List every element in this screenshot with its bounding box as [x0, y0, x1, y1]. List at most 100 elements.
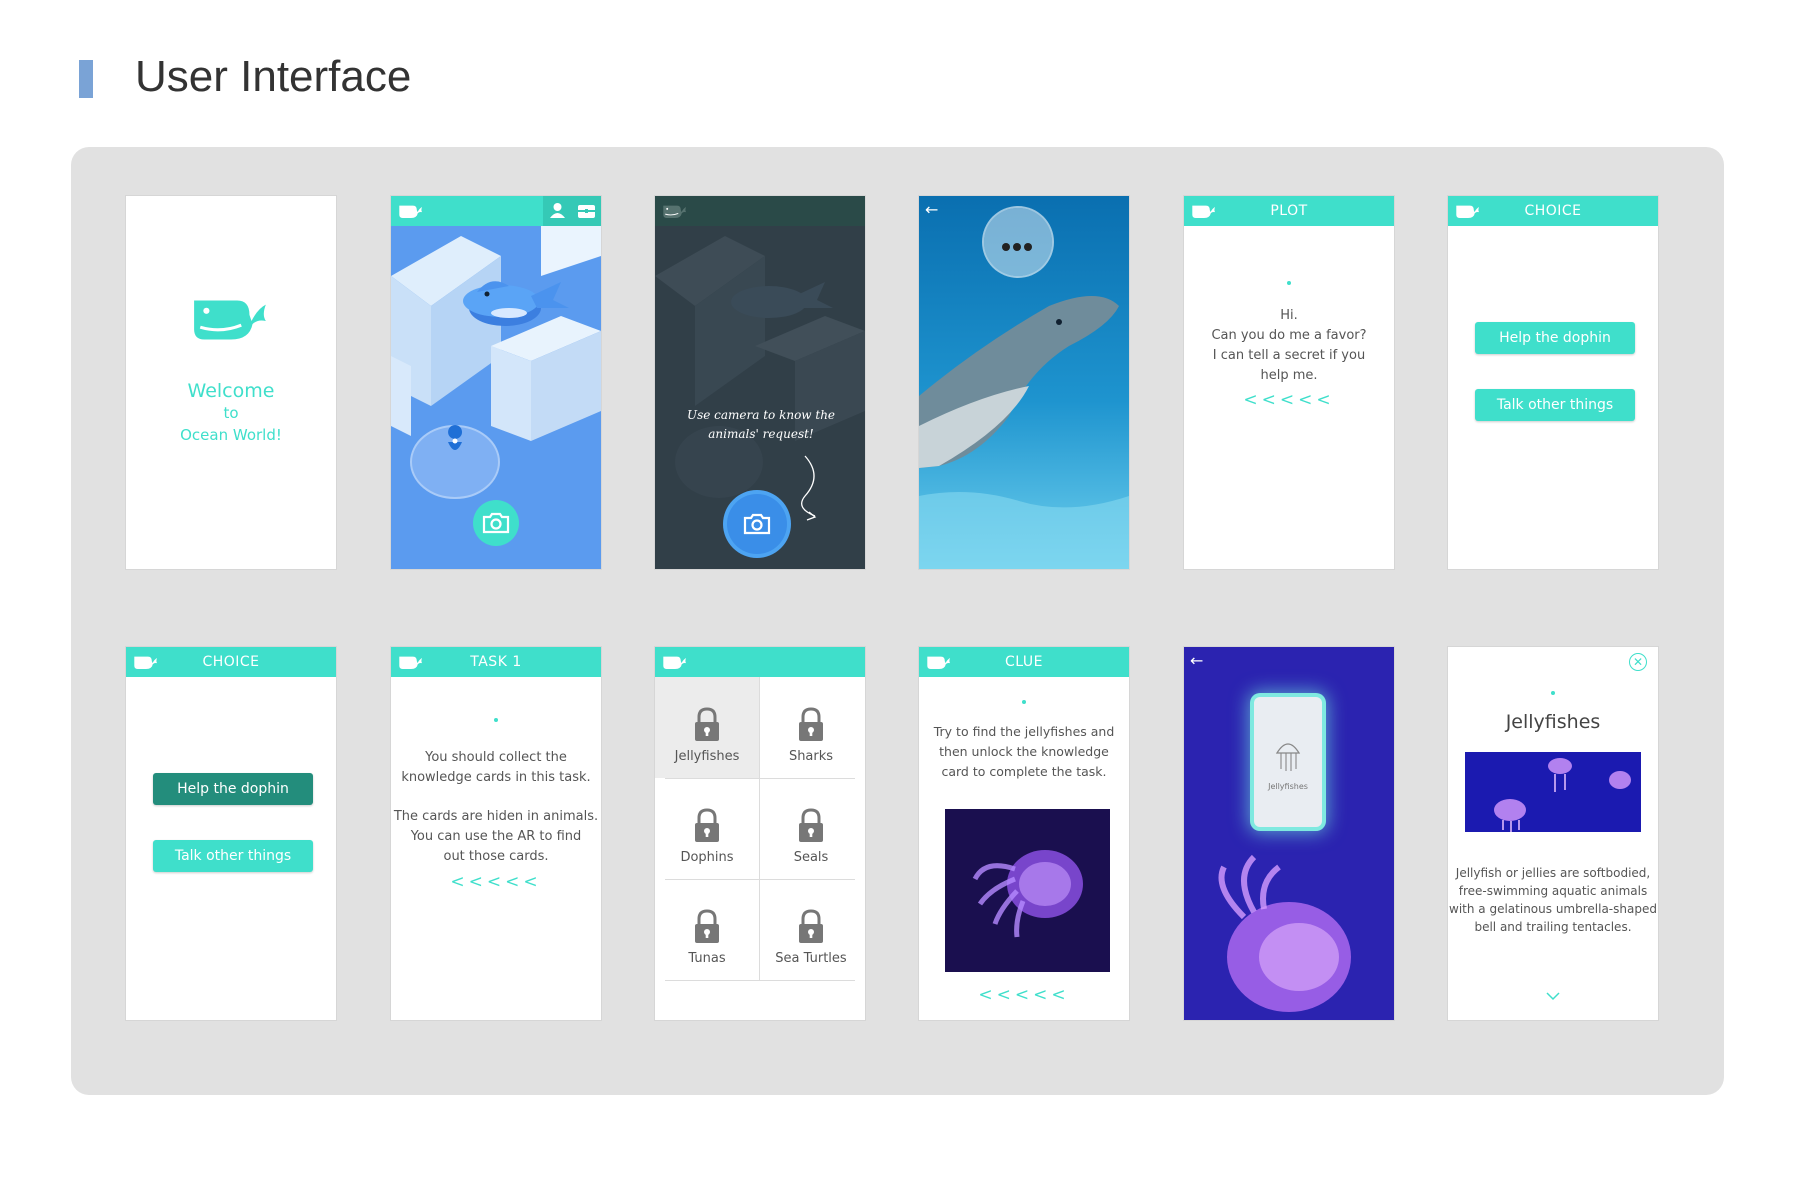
lock-icon [693, 909, 721, 945]
plot-line-3: I can tell a secret if you [1212, 348, 1366, 363]
map-topbar [391, 196, 601, 226]
choice-selected-screen: CHOICE Help the dophin Talk other things [126, 647, 336, 1020]
treasure-chest-icon[interactable] [572, 196, 601, 226]
choice-header: CHOICE [202, 654, 260, 670]
card-dophins[interactable]: Dophins [655, 778, 759, 879]
camera-button[interactable] [473, 500, 519, 546]
clue-line-2: then unlock the knowledge [939, 744, 1109, 759]
card-sea-turtles[interactable]: Sea Turtles [759, 879, 863, 980]
dot-indicator [1022, 700, 1026, 704]
clue-screen: CLUE Try to find the jellyfishes and the… [919, 647, 1129, 1020]
jellyfish-photo [945, 809, 1110, 972]
detail-line-2: free-swimming aquatic animals [1458, 884, 1648, 898]
plot-line-1: Hi. [1280, 308, 1298, 323]
detail-line-4: bell and trailing tentacles. [1474, 920, 1632, 934]
choice-header: CHOICE [1524, 203, 1582, 219]
plot-screen: PLOT Hi. Can you do me a favor? I can te… [1184, 196, 1394, 569]
lock-icon [797, 808, 825, 844]
task-line-4: You can use the AR to find [410, 829, 582, 844]
plot-topbar: PLOT [1184, 196, 1394, 226]
task-line-2: knowledge cards in this task. [401, 770, 591, 785]
card-tunas[interactable]: Tunas [655, 879, 759, 980]
lock-icon [797, 909, 825, 945]
whale-logo-icon [133, 655, 159, 670]
task-topbar: TASK 1 [391, 647, 601, 677]
card-sharks[interactable]: Sharks [759, 677, 863, 778]
profile-icon[interactable] [543, 196, 572, 226]
detail-line-1: Jellyfish or jellies are softbodied, [1455, 866, 1651, 880]
camera-button[interactable] [727, 494, 787, 554]
whale-logo-icon [662, 655, 688, 670]
whale-logo-icon [662, 204, 688, 219]
lock-icon [693, 808, 721, 844]
back-arrow-icon[interactable]: ← [925, 200, 938, 219]
talk-other-things-button[interactable]: Talk other things [153, 840, 313, 872]
whale-logo-icon [190, 296, 272, 342]
plot-header: PLOT [1270, 203, 1308, 219]
dimmed-topbar [655, 196, 865, 226]
grid-divider [759, 677, 760, 980]
task-header: TASK 1 [470, 654, 522, 670]
lock-icon [693, 707, 721, 743]
welcome-app-name: Ocean World! [180, 426, 282, 444]
task-line-3: The cards are hiden in animals. [393, 809, 599, 824]
grid-divider [665, 879, 855, 880]
card-jellyfishes[interactable]: Jellyfishes [655, 677, 759, 778]
knowledge-cards-screen: Jellyfishes Sharks Dophins Seals Tunas S… [655, 647, 865, 1020]
clue-line-3: card to complete the task. [941, 764, 1107, 779]
grid-divider [665, 980, 855, 981]
dot-indicator [1551, 691, 1555, 695]
dot-indicator [1287, 281, 1291, 285]
knowledge-card-label: Jellyfishes [1268, 782, 1308, 791]
clue-topbar: CLUE [919, 647, 1129, 677]
talk-other-things-button[interactable]: Talk other things [1475, 389, 1635, 421]
whale-logo-icon [1191, 204, 1217, 219]
choice-screen: CHOICE Help the dophin Talk other things [1448, 196, 1658, 569]
clue-line-1: Try to find the jellyfishes and [933, 724, 1115, 739]
ar-jellyfish-screen: ← Jellyfishes [1184, 647, 1394, 1020]
whale-logo-icon [398, 655, 424, 670]
chevron-down-icon[interactable] [1545, 991, 1561, 1001]
dot-indicator [494, 718, 498, 722]
jellyfish-photo [1465, 752, 1641, 832]
camera-hint-screen: Use camera to know the animals' request! [655, 196, 865, 569]
welcome-to: to [223, 404, 239, 422]
swipe-chevrons-icon[interactable]: <<<<< [919, 985, 1129, 1005]
map-screen [391, 196, 601, 569]
typing-dots-icon [1002, 238, 1032, 256]
help-dolphin-button[interactable]: Help the dophin [153, 773, 313, 805]
plot-line-4: help me. [1260, 368, 1318, 383]
camera-icon [742, 512, 772, 536]
close-icon[interactable]: ✕ [1629, 653, 1647, 671]
task-line-1: You should collect the [425, 750, 567, 765]
back-arrow-icon[interactable]: ← [1190, 651, 1203, 670]
detail-title: Jellyfishes [1505, 711, 1601, 733]
lock-icon [797, 707, 825, 743]
clue-header: CLUE [1005, 654, 1043, 670]
grid-divider [665, 778, 855, 779]
choice-topbar: CHOICE [1448, 196, 1658, 226]
camera-icon [481, 511, 511, 535]
camera-hint-text: Use camera to know the animals' request! [686, 408, 836, 441]
detail-line-3: with a gelatinous umbrella-shaped [1449, 902, 1657, 916]
card-seals[interactable]: Seals [759, 778, 863, 879]
knowledge-card[interactable]: Jellyfishes [1254, 697, 1322, 827]
whale-logo-icon [1455, 204, 1481, 219]
jellyfish-detail-screen: ✕ Jellyfishes Jellyfish or jellies are s… [1448, 647, 1658, 1020]
speech-bubble[interactable] [984, 208, 1052, 276]
swipe-chevrons-icon[interactable]: <<<<< [391, 872, 601, 892]
task-line-5: out those cards. [443, 849, 549, 864]
swipe-chevrons-icon[interactable]: <<<<< [1184, 390, 1394, 410]
jellyfish-icon [1275, 743, 1301, 771]
screens-board: Welcome to Ocean World! Use camera to kn… [71, 147, 1724, 1095]
plot-line-2: Can you do me a favor? [1211, 328, 1367, 343]
welcome-title: Welcome [187, 380, 275, 402]
whale-logo-icon [398, 204, 424, 219]
welcome-screen: Welcome to Ocean World! [126, 196, 336, 569]
task-screen: TASK 1 You should collect the knowledge … [391, 647, 601, 1020]
cards-topbar [655, 647, 865, 677]
whale-logo-icon [926, 655, 952, 670]
help-dolphin-button[interactable]: Help the dophin [1475, 322, 1635, 354]
choice-topbar: CHOICE [126, 647, 336, 677]
heading-accent-bar [79, 60, 93, 98]
